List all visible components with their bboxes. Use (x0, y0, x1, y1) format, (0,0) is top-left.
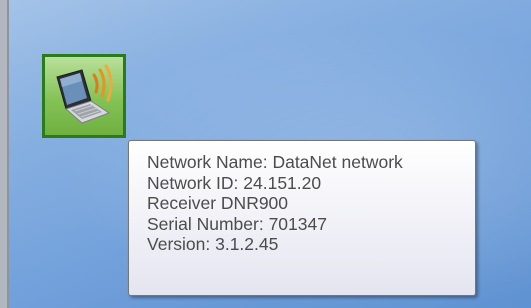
network-tray-icon[interactable] (42, 54, 126, 138)
receiver-text: Receiver DNR900 (147, 193, 289, 213)
network-name-text: Network Name: DataNet network (147, 152, 403, 172)
network-info-tooltip: Network Name: DataNet network Network ID… (128, 140, 476, 296)
serial-number-text: Serial Number: 701347 (147, 213, 327, 234)
version-text: Version: 3.1.2.45 (147, 234, 279, 254)
window-edge (0, 0, 9, 308)
network-id-text: Network ID: 24.151.20 (147, 172, 322, 193)
laptop-wireless-icon (56, 64, 113, 124)
